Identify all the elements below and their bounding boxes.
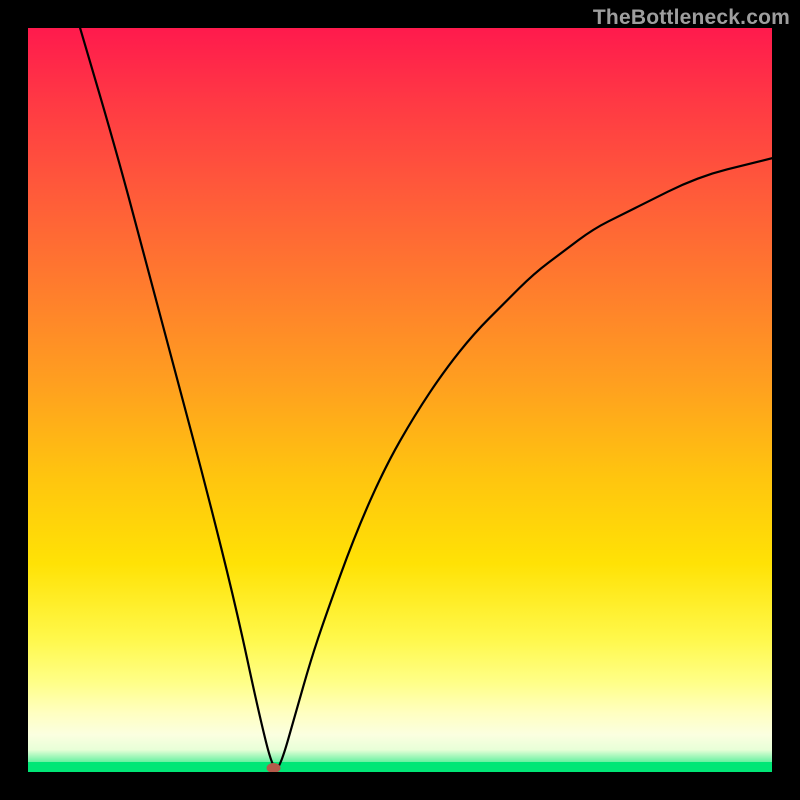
watermark-text: TheBottleneck.com <box>593 6 790 30</box>
plot-area <box>28 28 772 772</box>
bottom-green-band <box>28 762 772 772</box>
bottleneck-curve <box>80 28 772 769</box>
curve-layer <box>28 28 772 772</box>
chart-stage: TheBottleneck.com <box>0 0 800 800</box>
